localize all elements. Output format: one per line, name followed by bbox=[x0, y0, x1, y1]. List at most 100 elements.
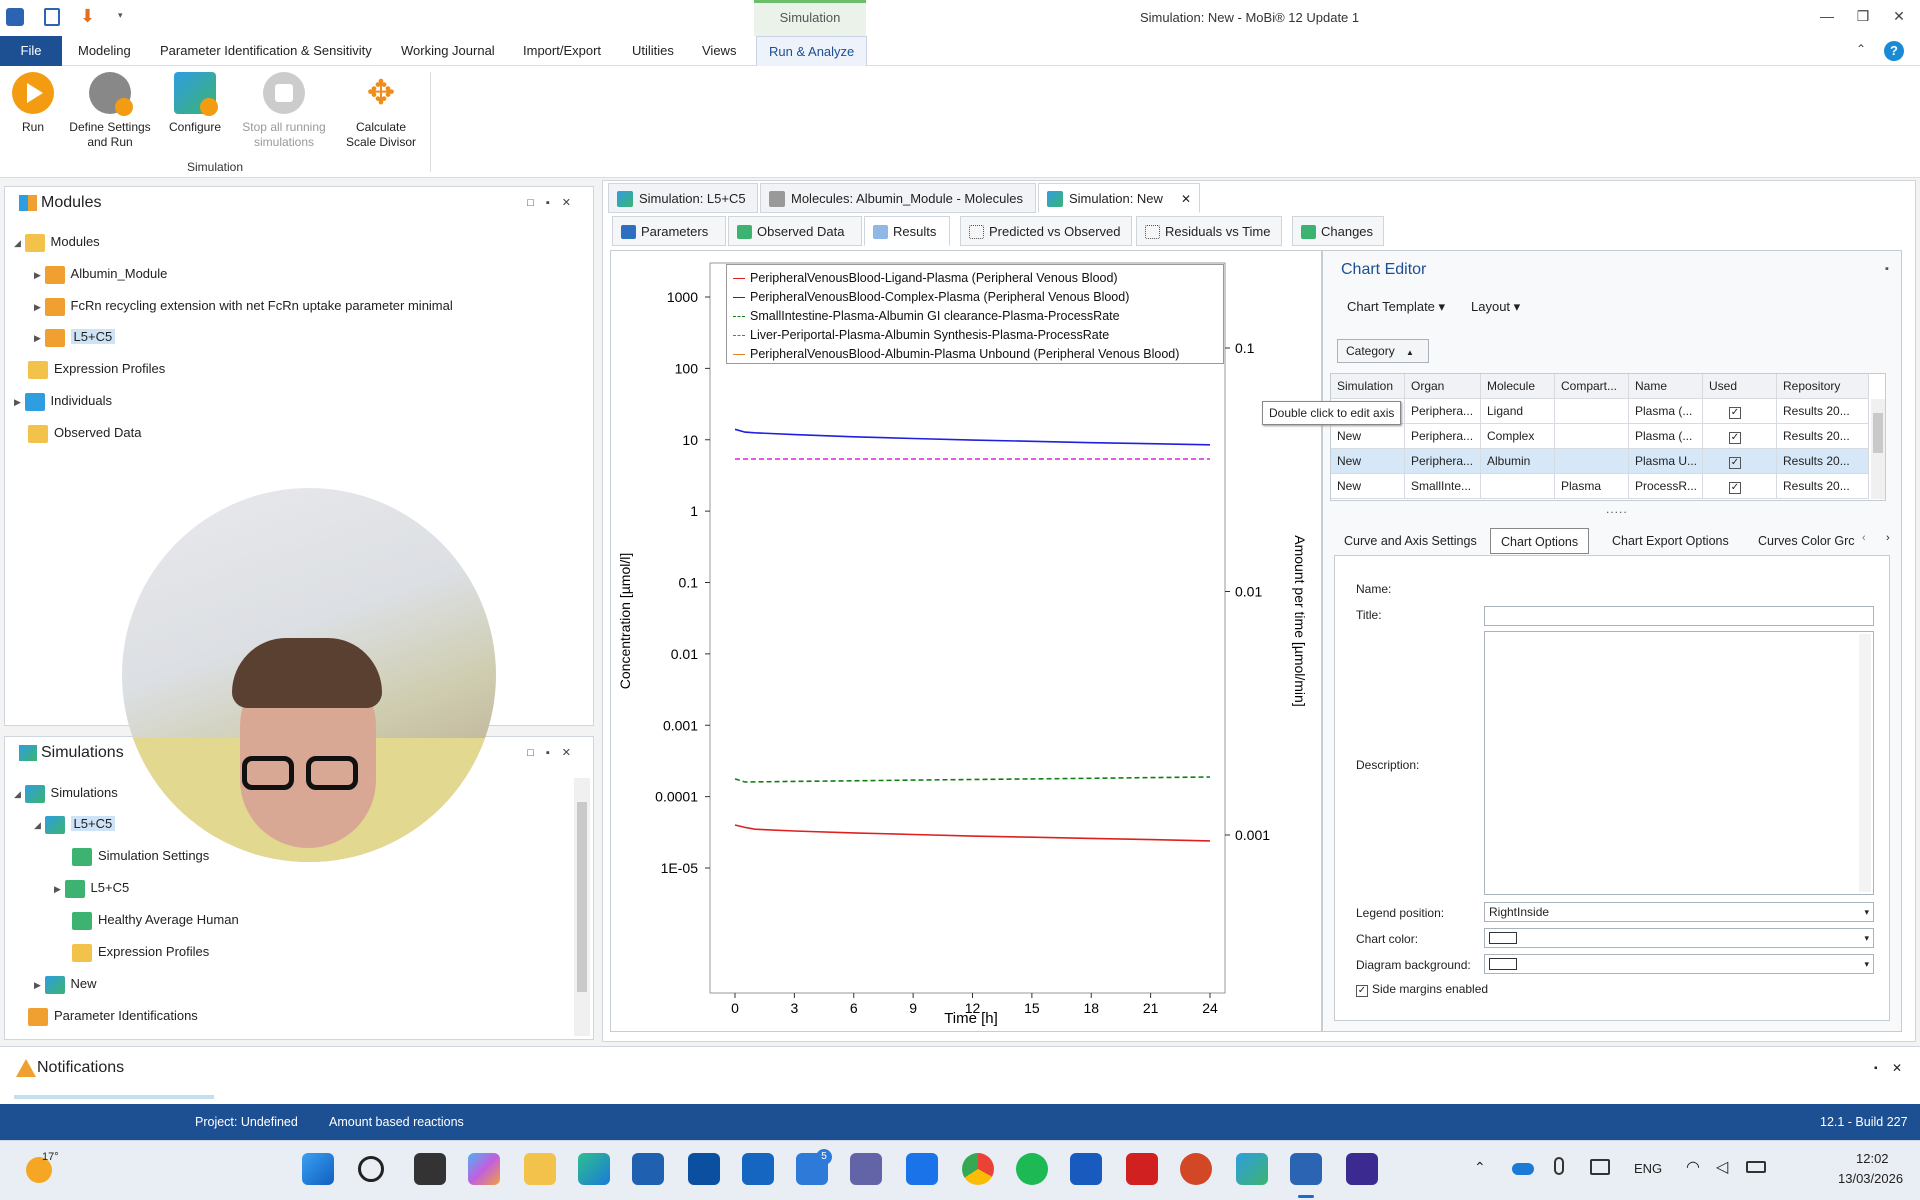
language-indicator[interactable]: ENG bbox=[1634, 1161, 1662, 1176]
tab-curves-color-group[interactable]: Curves Color Grc bbox=[1748, 528, 1866, 554]
description-textarea[interactable] bbox=[1484, 631, 1874, 895]
legend-position-select[interactable]: RightInside ▾ bbox=[1484, 902, 1874, 922]
close-tab-icon[interactable]: ✕ bbox=[1181, 184, 1191, 214]
teams-icon[interactable] bbox=[850, 1153, 882, 1185]
subtab-parameters[interactable]: Parameters bbox=[612, 216, 726, 246]
start-icon[interactable] bbox=[302, 1153, 334, 1185]
tree-node-observed-data[interactable]: Observed Data bbox=[28, 422, 141, 444]
tab-chart-export-options[interactable]: Chart Export Options bbox=[1602, 528, 1739, 554]
tabs-scroll-left-icon[interactable]: ‹ bbox=[1862, 532, 1866, 544]
simulations-scrollbar[interactable] bbox=[574, 778, 590, 1036]
table-cell-used[interactable]: ✓ bbox=[1703, 449, 1777, 474]
legend-item-gi-clearance[interactable]: SmallIntestine-Plasma-Albumin GI clearan… bbox=[733, 307, 1120, 325]
tab-chart-options[interactable]: Chart Options bbox=[1490, 528, 1590, 554]
col-repository[interactable]: Repository bbox=[1777, 374, 1869, 399]
close-icon[interactable]: ✕ bbox=[1892, 1061, 1902, 1075]
quick-access-dropdown-icon[interactable]: ▾ bbox=[118, 10, 123, 21]
legend-item-complex[interactable]: PeripheralVenousBlood-Complex-Plasma (Pe… bbox=[733, 288, 1129, 306]
dell-icon[interactable] bbox=[688, 1153, 720, 1185]
pin-icon[interactable]: ▪ bbox=[1885, 263, 1889, 275]
display-icon[interactable] bbox=[1590, 1159, 1610, 1175]
new-file-icon[interactable] bbox=[44, 8, 60, 26]
help-icon[interactable]: ? bbox=[1884, 41, 1904, 61]
col-name[interactable]: Name bbox=[1629, 374, 1703, 399]
search-icon[interactable] bbox=[358, 1156, 384, 1182]
menu-utilities[interactable]: Utilities bbox=[620, 36, 686, 66]
subtab-residuals-vs-time[interactable]: Residuals vs Time bbox=[1136, 216, 1282, 246]
mobi-icon[interactable] bbox=[1290, 1153, 1322, 1185]
splitter-grip[interactable]: ..... bbox=[1606, 502, 1628, 516]
category-group-button[interactable]: Category ▲ bbox=[1337, 339, 1429, 363]
y-axis-label[interactable]: Concentration [µmol/l] bbox=[617, 553, 633, 689]
menu-parameter-identification[interactable]: Parameter Identification & Sensitivity bbox=[148, 36, 384, 66]
subtab-results[interactable]: Results bbox=[864, 216, 950, 246]
clock-time[interactable]: 12:02 bbox=[1856, 1151, 1889, 1166]
word-icon[interactable] bbox=[1070, 1153, 1102, 1185]
volume-icon[interactable]: ◁ bbox=[1716, 1157, 1728, 1177]
pksim-icon[interactable] bbox=[1236, 1153, 1268, 1185]
spotify-icon[interactable] bbox=[1016, 1153, 1048, 1185]
tabs-scroll-right-icon[interactable]: › bbox=[1886, 532, 1890, 544]
chart-color-select[interactable]: ▾ bbox=[1484, 928, 1874, 948]
menu-import-export[interactable]: Import/Export bbox=[511, 36, 613, 66]
x-axis-label[interactable]: Time [h] bbox=[944, 1010, 998, 1027]
tree-node-expression-profiles[interactable]: Expression Profiles bbox=[28, 358, 165, 380]
tree-node-fcrn-module[interactable]: ▶ FcRn recycling extension with net FcRn… bbox=[34, 295, 453, 317]
task-view-icon[interactable] bbox=[414, 1153, 446, 1185]
title-input[interactable] bbox=[1484, 606, 1874, 626]
table-cell-used[interactable]: ✓ bbox=[1703, 399, 1777, 424]
outlook-icon[interactable] bbox=[742, 1153, 774, 1185]
side-margins-checkbox[interactable]: ✓ Side margins enabled bbox=[1356, 982, 1488, 997]
download-icon[interactable]: ⬇ bbox=[80, 6, 95, 27]
tree-node-sim-l5c5[interactable]: ◢ L5+C5 bbox=[34, 813, 116, 835]
used-checkbox[interactable]: ✓ bbox=[1729, 482, 1741, 494]
tree-node-individuals[interactable]: ▶ Individuals bbox=[14, 390, 112, 412]
chart-legend[interactable]: PeripheralVenousBlood-Ligand-Plasma (Per… bbox=[726, 264, 1224, 364]
tree-node-albumin-module[interactable]: ▶ Albumin_Module bbox=[34, 263, 167, 285]
results-chart[interactable]: 0 3 6 9 12 15 18 21 2410001001010.10.010.0010.00… bbox=[611, 251, 1323, 1033]
used-checkbox[interactable]: ✓ bbox=[1729, 407, 1741, 419]
minimize-icon[interactable]: — bbox=[1812, 8, 1842, 28]
used-checkbox[interactable]: ✓ bbox=[1729, 457, 1741, 469]
doc-tab-molecules[interactable]: Molecules: Albumin_Module - Molecules bbox=[760, 183, 1036, 213]
calculate-scale-divisor-button[interactable]: ✥ Calculate Scale Divisor bbox=[340, 72, 422, 150]
panel-controls[interactable]: □▪✕ bbox=[527, 196, 583, 209]
menu-working-journal[interactable]: Working Journal bbox=[389, 36, 507, 66]
define-settings-run-button[interactable]: Define Settings and Run bbox=[64, 72, 156, 150]
tree-node-sim-expression-profiles[interactable]: Expression Profiles bbox=[72, 941, 209, 963]
collapse-ribbon-icon[interactable]: ⌃ bbox=[1856, 42, 1866, 56]
menu-modeling[interactable]: Modeling bbox=[66, 36, 143, 66]
tree-node-parameter-identifications[interactable]: Parameter Identifications bbox=[28, 1005, 198, 1027]
edge-icon[interactable] bbox=[578, 1153, 610, 1185]
menu-run-analyze[interactable]: Run & Analyze bbox=[756, 36, 868, 66]
menu-views[interactable]: Views bbox=[690, 36, 748, 66]
battery-icon[interactable] bbox=[1746, 1161, 1766, 1173]
tree-node-modules[interactable]: ◢ Modules bbox=[14, 231, 100, 253]
onedrive-icon[interactable] bbox=[1512, 1163, 1534, 1175]
clock-date[interactable]: 13/03/2026 bbox=[1838, 1171, 1903, 1186]
chart-template-dropdown[interactable]: Chart Template ▾ bbox=[1347, 299, 1445, 315]
y2-axis-label[interactable]: Amount per time [µmol/min] bbox=[1292, 535, 1308, 706]
microphone-icon[interactable] bbox=[1554, 1157, 1564, 1175]
table-scrollbar[interactable] bbox=[1871, 399, 1885, 499]
wifi-icon[interactable]: ◠ bbox=[1686, 1157, 1700, 1177]
layout-dropdown[interactable]: Layout ▾ bbox=[1471, 299, 1520, 315]
stop-simulations-button[interactable]: Stop all running simulations bbox=[232, 72, 336, 150]
tree-node-sim-l5c5-module[interactable]: ▶ L5+C5 bbox=[54, 877, 129, 899]
pin-icon[interactable]: ▪ bbox=[1874, 1063, 1878, 1074]
acrobat-icon[interactable] bbox=[1126, 1153, 1158, 1185]
tree-node-l5c5-module[interactable]: ▶ L5+C5 bbox=[34, 326, 116, 348]
calendar-icon[interactable] bbox=[906, 1153, 938, 1185]
app-icon[interactable] bbox=[6, 8, 24, 26]
diagram-background-select[interactable]: ▾ bbox=[1484, 954, 1874, 974]
run-button[interactable]: Run bbox=[8, 72, 58, 135]
tree-node-simulations[interactable]: ◢ Simulations bbox=[14, 782, 118, 804]
restore-icon[interactable]: ❒ bbox=[1848, 8, 1878, 28]
doc-tab-simulation-l5c5[interactable]: Simulation: L5+C5 bbox=[608, 183, 758, 213]
menu-file[interactable]: File bbox=[0, 36, 62, 66]
tab-curve-axis-settings[interactable]: Curve and Axis Settings bbox=[1334, 528, 1487, 554]
subtab-observed-data[interactable]: Observed Data bbox=[728, 216, 862, 246]
doc-tab-simulation-new[interactable]: Simulation: New ✕ bbox=[1038, 183, 1200, 213]
table-cell-used[interactable]: ✓ bbox=[1703, 474, 1777, 499]
file-explorer-icon[interactable] bbox=[524, 1153, 556, 1185]
